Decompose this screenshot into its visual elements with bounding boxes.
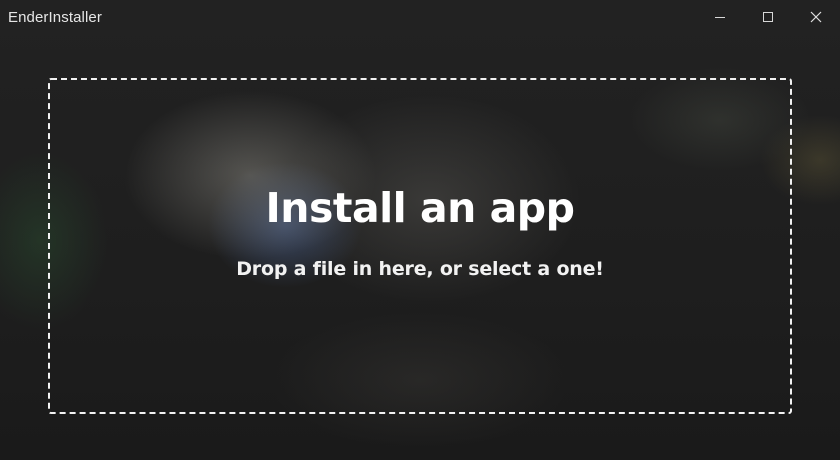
- maximize-icon: [763, 12, 773, 22]
- close-icon: [810, 11, 822, 23]
- maximize-button[interactable]: [744, 0, 792, 34]
- window-controls: [696, 0, 840, 34]
- dropzone-heading: Install an app: [265, 184, 576, 232]
- minimize-icon: [715, 17, 725, 18]
- file-drop-zone[interactable]: Install an app Drop a file in here, or s…: [48, 78, 792, 414]
- title-bar[interactable]: EnderInstaller: [0, 0, 840, 34]
- window-title: EnderInstaller: [8, 8, 102, 26]
- minimize-button[interactable]: [696, 0, 744, 34]
- close-button[interactable]: [792, 0, 840, 34]
- app-window: EnderInstaller Install an app Drop a fil…: [0, 0, 840, 460]
- dropzone-subtitle: Drop a file in here, or select a one!: [236, 258, 604, 280]
